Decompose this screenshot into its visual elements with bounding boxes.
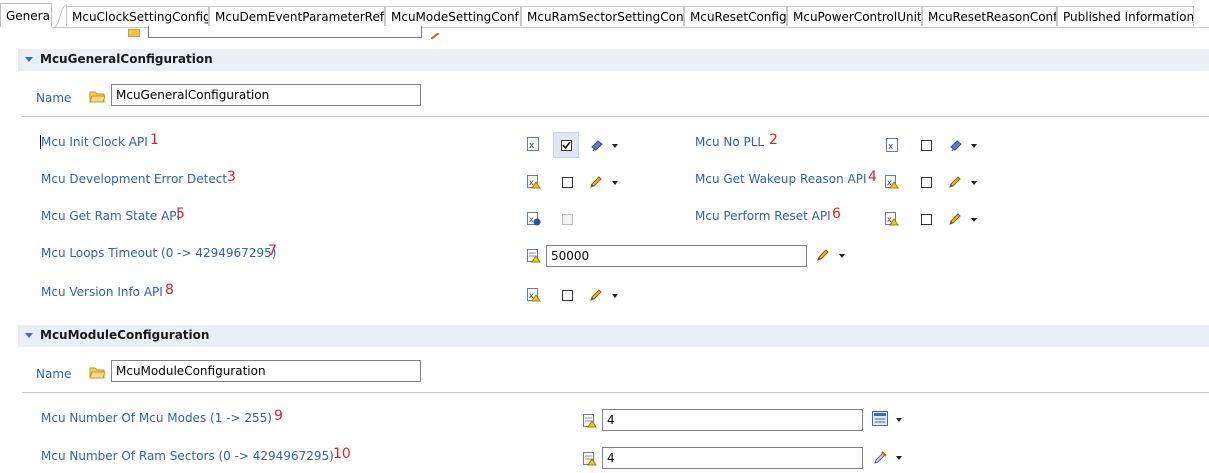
numeric-param-warning-icon	[583, 452, 597, 469]
chevron-down-icon[interactable]	[839, 254, 845, 258]
tab-mcu-clock-setting-config[interactable]: McuClockSettingConfig	[66, 6, 209, 26]
num-modes-field[interactable]: 4	[602, 409, 863, 431]
xml-param-warning-icon: x	[527, 175, 541, 192]
param-label-loops-timeout: Mcu Loops Timeout (0 -> 4294967295)	[41, 246, 277, 260]
svg-text:x: x	[529, 141, 535, 151]
pencil-icon[interactable]	[430, 28, 440, 40]
tab-general[interactable]: General	[0, 3, 52, 27]
param-label-num-modes: Mcu Number Of Mcu Modes (1 -> 255)	[41, 411, 272, 425]
xml-param-warning-icon: x	[885, 212, 899, 229]
xml-param-icon: x	[527, 137, 539, 154]
tab-curve	[53, 4, 68, 28]
marker-9: 9	[274, 408, 283, 424]
chevron-down-icon[interactable]	[971, 181, 977, 185]
ram-state-checkbox[interactable]	[562, 214, 573, 225]
derived-pencil-icon[interactable]	[873, 450, 888, 468]
name-field[interactable]: McuGeneralConfiguration	[111, 84, 421, 106]
version-info-checkbox[interactable]	[562, 290, 573, 301]
name-label: Name	[36, 91, 72, 105]
perform-reset-checkbox[interactable]	[921, 214, 932, 225]
folder-icon	[89, 89, 106, 106]
xml-param-disabled-icon: x	[527, 212, 541, 229]
svg-text:x: x	[888, 142, 894, 152]
num-ram-sectors-field[interactable]: 4	[602, 447, 863, 469]
numeric-param-warning-icon	[527, 249, 541, 266]
xml-param-warning-icon: x	[885, 175, 899, 192]
marker-10: 10	[333, 446, 351, 462]
folder-icon	[89, 365, 106, 382]
marker-5: 5	[176, 206, 185, 222]
numeric-param-warning-icon	[583, 414, 597, 431]
wakeup-reason-checkbox[interactable]	[921, 177, 932, 188]
section-header-general[interactable]: McuGeneralConfiguration	[18, 49, 1209, 71]
partial-name-field[interactable]	[148, 26, 422, 38]
marker-1: 1	[150, 132, 159, 148]
chevron-down-icon[interactable]	[896, 418, 902, 422]
name-label: Name	[36, 367, 72, 381]
section-divider	[22, 392, 1209, 393]
pencil-icon[interactable]	[589, 288, 603, 305]
chevron-down-icon[interactable]	[896, 456, 902, 460]
tab-mcu-reset-config[interactable]: McuResetConfig	[684, 6, 787, 26]
pencil-icon[interactable]	[948, 212, 962, 229]
tab-mcu-ram-sector-setting-conf[interactable]: McuRamSectorSettingConf	[521, 6, 684, 26]
param-label-num-ram-sectors: Mcu Number Of Ram Sectors (0 -> 42949672…	[41, 449, 334, 463]
chevron-down-icon[interactable]	[612, 181, 618, 185]
tab-mcu-mode-setting-conf[interactable]: McuModeSettingConf	[385, 6, 521, 26]
xml-param-warning-icon: x	[527, 288, 541, 305]
calculated-value-icon[interactable]	[872, 411, 888, 429]
marker-6: 6	[832, 206, 841, 222]
collapse-triangle-icon[interactable]	[25, 57, 33, 62]
section-title: McuGeneralConfiguration	[40, 52, 213, 66]
init-clock-checkbox[interactable]	[561, 140, 572, 151]
marker-7: 7	[268, 243, 277, 259]
param-label-no-pll: Mcu No PLL	[695, 135, 765, 149]
marker-3: 3	[227, 169, 236, 185]
param-label-ram-state: Mcu Get Ram State API	[41, 209, 181, 223]
svg-text:x: x	[529, 215, 534, 224]
marker-4: 4	[868, 169, 877, 185]
chevron-down-icon[interactable]	[612, 144, 618, 148]
section-divider	[22, 116, 1209, 117]
tab-mcu-reset-reason-conf[interactable]: McuResetReasonConf	[922, 6, 1057, 26]
tab-mcu-power-control-unit[interactable]: McuPowerControlUnit	[787, 6, 922, 26]
pencil-icon[interactable]	[948, 175, 962, 192]
derived-value-icon[interactable]	[949, 138, 963, 155]
param-label-version-info: Mcu Version Info API	[41, 285, 163, 299]
chevron-down-icon[interactable]	[971, 144, 977, 148]
chevron-down-icon[interactable]	[971, 218, 977, 222]
marker-8: 8	[165, 282, 174, 298]
pencil-icon[interactable]	[589, 175, 603, 192]
collapse-triangle-icon[interactable]	[25, 333, 33, 338]
param-label-init-clock: Mcu Init Clock API	[41, 135, 148, 149]
chevron-down-icon[interactable]	[612, 294, 618, 298]
pencil-icon[interactable]	[816, 248, 830, 265]
name-field[interactable]: McuModuleConfiguration	[111, 360, 421, 382]
marker-2: 2	[769, 132, 778, 148]
tab-published-information[interactable]: Published Information	[1057, 6, 1194, 26]
section-title: McuModuleConfiguration	[40, 328, 210, 342]
derived-value-icon[interactable]	[590, 138, 604, 155]
no-pll-checkbox[interactable]	[921, 140, 932, 151]
param-label-wakeup-reason: Mcu Get Wakeup Reason API	[695, 172, 867, 186]
param-label-dev-error: Mcu Development Error Detect	[41, 172, 228, 186]
dev-error-checkbox[interactable]	[562, 177, 573, 188]
tab-mcu-dem-event-parameter-refs[interactable]: McuDemEventParameterRefs	[209, 6, 385, 26]
loops-timeout-field[interactable]: 50000	[546, 245, 807, 267]
param-label-perform-reset: Mcu Perform Reset API	[695, 209, 831, 223]
section-header-module[interactable]: McuModuleConfiguration	[18, 325, 1209, 347]
xml-param-icon: x	[886, 138, 898, 155]
folder-icon	[127, 26, 141, 38]
